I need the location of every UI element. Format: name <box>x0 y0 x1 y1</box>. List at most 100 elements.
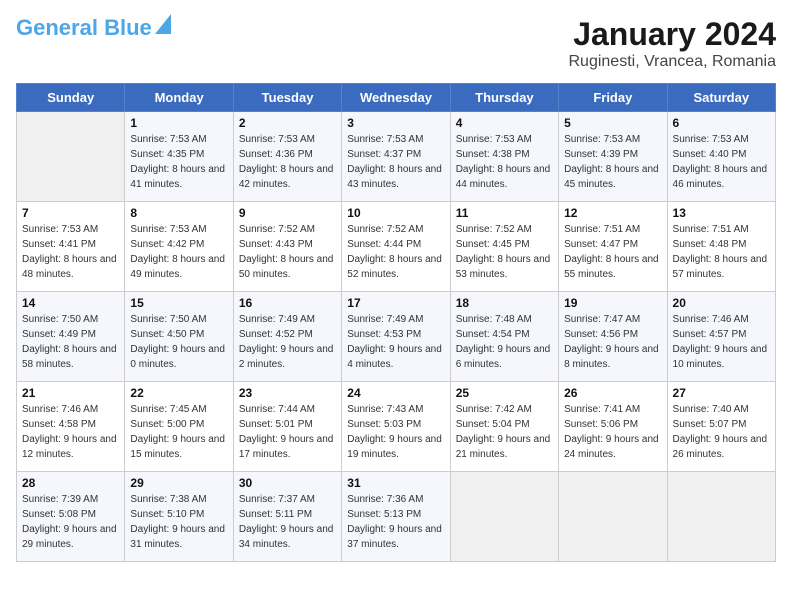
day-info: Sunrise: 7:53 AMSunset: 4:41 PMDaylight:… <box>22 222 119 282</box>
calendar-cell: 3 Sunrise: 7:53 AMSunset: 4:37 PMDaylight… <box>342 112 450 202</box>
header-day-thursday: Thursday <box>450 84 558 112</box>
day-number: 12 <box>564 206 661 220</box>
day-number: 27 <box>673 386 770 400</box>
logo-text: General Blue <box>16 16 152 40</box>
calendar-week-4: 21 Sunrise: 7:46 AMSunset: 4:58 PMDayligh… <box>17 382 776 472</box>
day-info: Sunrise: 7:45 AMSunset: 5:00 PMDaylight:… <box>130 402 227 462</box>
day-number: 7 <box>22 206 119 220</box>
calendar-cell: 28 Sunrise: 7:39 AMSunset: 5:08 PMDayligh… <box>17 472 125 562</box>
day-number: 13 <box>673 206 770 220</box>
day-number: 29 <box>130 476 227 490</box>
day-info: Sunrise: 7:53 AMSunset: 4:38 PMDaylight:… <box>456 132 553 192</box>
day-number: 15 <box>130 296 227 310</box>
day-info: Sunrise: 7:48 AMSunset: 4:54 PMDaylight:… <box>456 312 553 372</box>
calendar-cell: 13 Sunrise: 7:51 AMSunset: 4:48 PMDayligh… <box>667 202 775 292</box>
day-info: Sunrise: 7:49 AMSunset: 4:53 PMDaylight:… <box>347 312 444 372</box>
calendar-cell: 30 Sunrise: 7:37 AMSunset: 5:11 PMDayligh… <box>233 472 341 562</box>
day-number: 20 <box>673 296 770 310</box>
day-info: Sunrise: 7:52 AMSunset: 4:45 PMDaylight:… <box>456 222 553 282</box>
calendar-cell <box>667 472 775 562</box>
day-number: 16 <box>239 296 336 310</box>
day-info: Sunrise: 7:51 AMSunset: 4:47 PMDaylight:… <box>564 222 661 282</box>
calendar-cell: 8 Sunrise: 7:53 AMSunset: 4:42 PMDaylight… <box>125 202 233 292</box>
calendar-cell: 23 Sunrise: 7:44 AMSunset: 5:01 PMDayligh… <box>233 382 341 472</box>
day-info: Sunrise: 7:41 AMSunset: 5:06 PMDaylight:… <box>564 402 661 462</box>
day-number: 17 <box>347 296 444 310</box>
logo-general: General <box>16 15 98 40</box>
header-day-sunday: Sunday <box>17 84 125 112</box>
day-number: 2 <box>239 116 336 130</box>
calendar-week-1: 1 Sunrise: 7:53 AMSunset: 4:35 PMDaylight… <box>17 112 776 202</box>
day-number: 31 <box>347 476 444 490</box>
day-number: 24 <box>347 386 444 400</box>
calendar-cell <box>450 472 558 562</box>
day-info: Sunrise: 7:36 AMSunset: 5:13 PMDaylight:… <box>347 492 444 552</box>
calendar-cell: 7 Sunrise: 7:53 AMSunset: 4:41 PMDaylight… <box>17 202 125 292</box>
location-subtitle: Ruginesti, Vrancea, Romania <box>568 53 776 71</box>
month-year-title: January 2024 <box>568 16 776 53</box>
calendar-cell: 19Sunrise: 7:47 AMSunset: 4:56 PMDayligh… <box>559 292 667 382</box>
day-number: 9 <box>239 206 336 220</box>
day-number: 19 <box>564 296 661 310</box>
day-info: Sunrise: 7:53 AMSunset: 4:42 PMDaylight:… <box>130 222 227 282</box>
day-number: 1 <box>130 116 227 130</box>
calendar-cell: 27Sunrise: 7:40 AMSunset: 5:07 PMDayligh… <box>667 382 775 472</box>
day-info: Sunrise: 7:51 AMSunset: 4:48 PMDaylight:… <box>673 222 770 282</box>
calendar-cell: 11 Sunrise: 7:52 AMSunset: 4:45 PMDayligh… <box>450 202 558 292</box>
calendar-cell: 31 Sunrise: 7:36 AMSunset: 5:13 PMDayligh… <box>342 472 450 562</box>
day-info: Sunrise: 7:39 AMSunset: 5:08 PMDaylight:… <box>22 492 119 552</box>
day-number: 3 <box>347 116 444 130</box>
header-row: SundayMondayTuesdayWednesdayThursdayFrid… <box>17 84 776 112</box>
calendar-week-3: 14 Sunrise: 7:50 AMSunset: 4:49 PMDayligh… <box>17 292 776 382</box>
calendar-week-2: 7 Sunrise: 7:53 AMSunset: 4:41 PMDaylight… <box>17 202 776 292</box>
calendar-cell: 16Sunrise: 7:49 AMSunset: 4:52 PMDayligh… <box>233 292 341 382</box>
title-block: January 2024 Ruginesti, Vrancea, Romania <box>568 16 776 71</box>
day-info: Sunrise: 7:37 AMSunset: 5:11 PMDaylight:… <box>239 492 336 552</box>
header-day-friday: Friday <box>559 84 667 112</box>
day-info: Sunrise: 7:53 AMSunset: 4:35 PMDaylight:… <box>130 132 227 192</box>
day-info: Sunrise: 7:46 AMSunset: 4:58 PMDaylight:… <box>22 402 119 462</box>
calendar-cell: 18 Sunrise: 7:48 AMSunset: 4:54 PMDayligh… <box>450 292 558 382</box>
calendar-body: 1 Sunrise: 7:53 AMSunset: 4:35 PMDaylight… <box>17 112 776 562</box>
calendar-cell: 22 Sunrise: 7:45 AMSunset: 5:00 PMDayligh… <box>125 382 233 472</box>
day-number: 25 <box>456 386 553 400</box>
day-number: 8 <box>130 206 227 220</box>
day-info: Sunrise: 7:43 AMSunset: 5:03 PMDaylight:… <box>347 402 444 462</box>
day-number: 23 <box>239 386 336 400</box>
header-day-tuesday: Tuesday <box>233 84 341 112</box>
day-number: 4 <box>456 116 553 130</box>
day-info: Sunrise: 7:52 AMSunset: 4:44 PMDaylight:… <box>347 222 444 282</box>
calendar-cell: 10 Sunrise: 7:52 AMSunset: 4:44 PMDayligh… <box>342 202 450 292</box>
day-info: Sunrise: 7:44 AMSunset: 5:01 PMDaylight:… <box>239 402 336 462</box>
calendar-cell: 25Sunrise: 7:42 AMSunset: 5:04 PMDayligh… <box>450 382 558 472</box>
calendar-week-5: 28 Sunrise: 7:39 AMSunset: 5:08 PMDayligh… <box>17 472 776 562</box>
day-info: Sunrise: 7:53 AMSunset: 4:39 PMDaylight:… <box>564 132 661 192</box>
calendar-cell: 20Sunrise: 7:46 AMSunset: 4:57 PMDayligh… <box>667 292 775 382</box>
calendar-cell: 24 Sunrise: 7:43 AMSunset: 5:03 PMDayligh… <box>342 382 450 472</box>
day-number: 6 <box>673 116 770 130</box>
calendar-cell: 15Sunrise: 7:50 AMSunset: 4:50 PMDayligh… <box>125 292 233 382</box>
calendar-cell: 9Sunrise: 7:52 AMSunset: 4:43 PMDaylight… <box>233 202 341 292</box>
header-day-monday: Monday <box>125 84 233 112</box>
day-number: 14 <box>22 296 119 310</box>
calendar-cell: 2 Sunrise: 7:53 AMSunset: 4:36 PMDaylight… <box>233 112 341 202</box>
day-number: 28 <box>22 476 119 490</box>
day-number: 22 <box>130 386 227 400</box>
day-number: 18 <box>456 296 553 310</box>
calendar-cell: 21 Sunrise: 7:46 AMSunset: 4:58 PMDayligh… <box>17 382 125 472</box>
day-info: Sunrise: 7:50 AMSunset: 4:49 PMDaylight:… <box>22 312 119 372</box>
calendar-cell: 14 Sunrise: 7:50 AMSunset: 4:49 PMDayligh… <box>17 292 125 382</box>
header-day-saturday: Saturday <box>667 84 775 112</box>
day-number: 21 <box>22 386 119 400</box>
day-info: Sunrise: 7:38 AMSunset: 5:10 PMDaylight:… <box>130 492 227 552</box>
day-number: 11 <box>456 206 553 220</box>
logo-triangle-icon <box>155 14 171 39</box>
day-number: 10 <box>347 206 444 220</box>
day-number: 30 <box>239 476 336 490</box>
day-info: Sunrise: 7:53 AMSunset: 4:36 PMDaylight:… <box>239 132 336 192</box>
logo: General Blue <box>16 16 171 40</box>
page-header: General Blue January 2024 Ruginesti, Vra… <box>16 16 776 71</box>
day-info: Sunrise: 7:53 AMSunset: 4:37 PMDaylight:… <box>347 132 444 192</box>
calendar-cell: 26Sunrise: 7:41 AMSunset: 5:06 PMDayligh… <box>559 382 667 472</box>
calendar-cell: 1 Sunrise: 7:53 AMSunset: 4:35 PMDaylight… <box>125 112 233 202</box>
